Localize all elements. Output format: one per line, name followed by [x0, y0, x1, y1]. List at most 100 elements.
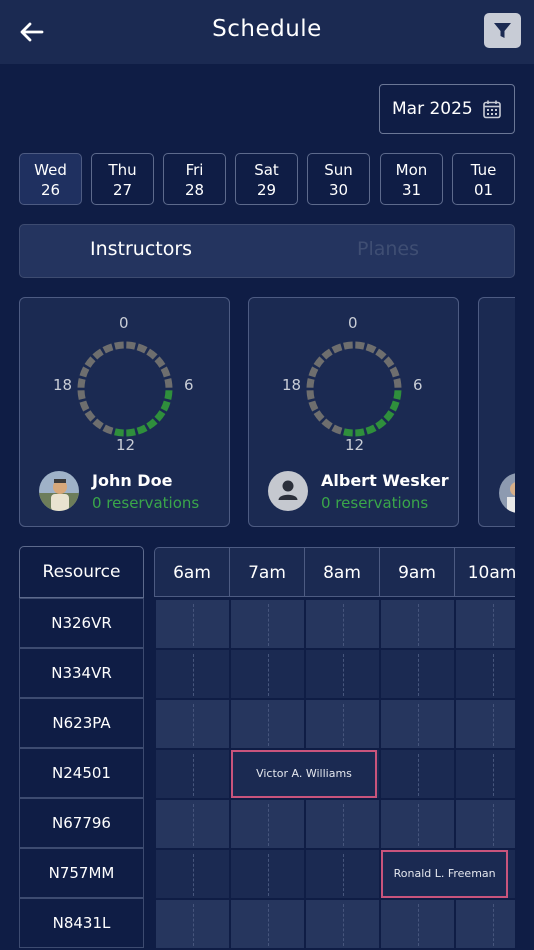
booking-block[interactable]: Victor A. Williams [231, 750, 377, 798]
tab-planes[interactable]: Planes [357, 238, 419, 260]
half-hour-divider [343, 804, 344, 846]
half-hour-divider [193, 854, 194, 896]
avatar [39, 471, 79, 511]
ring-segment-busy [308, 366, 319, 378]
ring-segment-busy [306, 378, 315, 388]
instructor-card[interactable]: 0 6 12 18 Albert Wesker 0 reservations [248, 297, 459, 527]
ring-segment-available [136, 424, 148, 435]
grid-cell[interactable] [230, 899, 305, 949]
day-sat[interactable]: Sat 29 [235, 153, 298, 205]
grid-cell[interactable] [305, 599, 380, 649]
day-name: Sat [254, 161, 279, 179]
resource-row[interactable]: N757MM [19, 848, 144, 898]
ring-segment-busy [77, 378, 86, 388]
ring-segment-busy [79, 366, 90, 378]
resource-row[interactable]: N8431L [19, 898, 144, 948]
grid-cell[interactable] [230, 649, 305, 699]
grid-cell[interactable] [305, 799, 380, 849]
half-hour-divider [343, 704, 344, 746]
half-hour-divider [493, 704, 494, 746]
ring-segment-busy [164, 378, 173, 388]
resource-row[interactable]: N623PA [19, 698, 144, 748]
ring-segment-busy [383, 356, 395, 368]
day-mon[interactable]: Mon 31 [380, 153, 443, 205]
instructor-card-partial[interactable] [478, 297, 515, 527]
grid-cell[interactable] [155, 749, 230, 799]
ring-segment-busy [92, 418, 104, 430]
half-hour-divider [268, 804, 269, 846]
grid-cell[interactable] [230, 699, 305, 749]
grid-cell[interactable] [155, 899, 230, 949]
resource-row[interactable]: N24501 [19, 748, 144, 798]
grid-cell[interactable] [455, 599, 515, 649]
half-hour-divider [493, 604, 494, 646]
day-tue[interactable]: Tue 01 [452, 153, 515, 205]
ring-segment-busy [84, 410, 96, 422]
grid-cell[interactable] [230, 599, 305, 649]
ring-segment-busy [102, 343, 114, 354]
grid-cell[interactable] [155, 799, 230, 849]
half-hour-divider [493, 754, 494, 796]
instructor-card[interactable]: 0 6 12 18 John Doe 0 reservations [19, 297, 230, 527]
grid-cell[interactable] [455, 899, 515, 949]
grid-cell[interactable] [155, 649, 230, 699]
hour-label: 9am [380, 548, 455, 596]
schedule-grid[interactable]: Victor A. Williams Ronald L. Freeman [155, 599, 515, 950]
half-hour-divider [268, 654, 269, 696]
ring-segment-available [126, 428, 136, 437]
resource-row[interactable]: N67796 [19, 798, 144, 848]
filter-button[interactable] [484, 13, 521, 48]
grid-cell[interactable] [455, 699, 515, 749]
grid-cell[interactable] [455, 749, 515, 799]
day-fri[interactable]: Fri 28 [163, 153, 226, 205]
ring-label-bottom: 12 [116, 436, 136, 454]
day-sun[interactable]: Sun 30 [307, 153, 370, 205]
instructor-name: Albert Wesker [321, 471, 449, 490]
grid-cell[interactable] [230, 799, 305, 849]
grid-cell[interactable] [305, 899, 380, 949]
grid-cell[interactable] [380, 749, 455, 799]
ring-label-right: 6 [184, 376, 194, 394]
grid-cell[interactable] [155, 849, 230, 899]
day-name: Wed [34, 161, 67, 179]
day-thu[interactable]: Thu 27 [91, 153, 154, 205]
grid-cell[interactable] [305, 649, 380, 699]
grid-cell[interactable] [155, 699, 230, 749]
month-picker[interactable]: Mar 2025 [379, 84, 515, 134]
grid-cell[interactable] [305, 699, 380, 749]
grid-cell[interactable] [380, 649, 455, 699]
calendar-icon [483, 100, 501, 119]
ring-segment-busy [393, 378, 402, 388]
ring-segment-available [154, 410, 166, 422]
grid-cell[interactable] [455, 649, 515, 699]
half-hour-divider [193, 604, 194, 646]
day-name: Thu [108, 161, 137, 179]
half-hour-divider [418, 904, 419, 946]
grid-cell[interactable] [380, 599, 455, 649]
ring-segment-available [365, 424, 377, 435]
tab-instructors[interactable]: Instructors [90, 238, 192, 260]
resource-row[interactable]: N334VR [19, 648, 144, 698]
half-hour-divider [193, 754, 194, 796]
ring-segment-available [383, 410, 395, 422]
ring-segment-busy [389, 366, 400, 378]
ring-segment-available [160, 400, 171, 412]
grid-cell[interactable] [155, 599, 230, 649]
grid-cell[interactable] [230, 849, 305, 899]
grid-cell[interactable] [380, 899, 455, 949]
hour-label: 7am [230, 548, 305, 596]
ring-segment-available [146, 418, 158, 430]
ring-segment-busy [343, 341, 353, 350]
half-hour-divider [493, 904, 494, 946]
resource-row[interactable]: N326VR [19, 598, 144, 648]
grid-cell[interactable] [455, 799, 515, 849]
grid-cell[interactable] [380, 699, 455, 749]
resource-column-header: Resource [19, 546, 144, 598]
grid-cell[interactable] [380, 799, 455, 849]
ring-segment-busy [154, 356, 166, 368]
day-wed[interactable]: Wed 26 [19, 153, 82, 205]
grid-cell[interactable] [305, 849, 380, 899]
half-hour-divider [418, 604, 419, 646]
booking-block[interactable]: Ronald L. Freeman [381, 850, 509, 898]
ring-segment-busy [313, 410, 325, 422]
